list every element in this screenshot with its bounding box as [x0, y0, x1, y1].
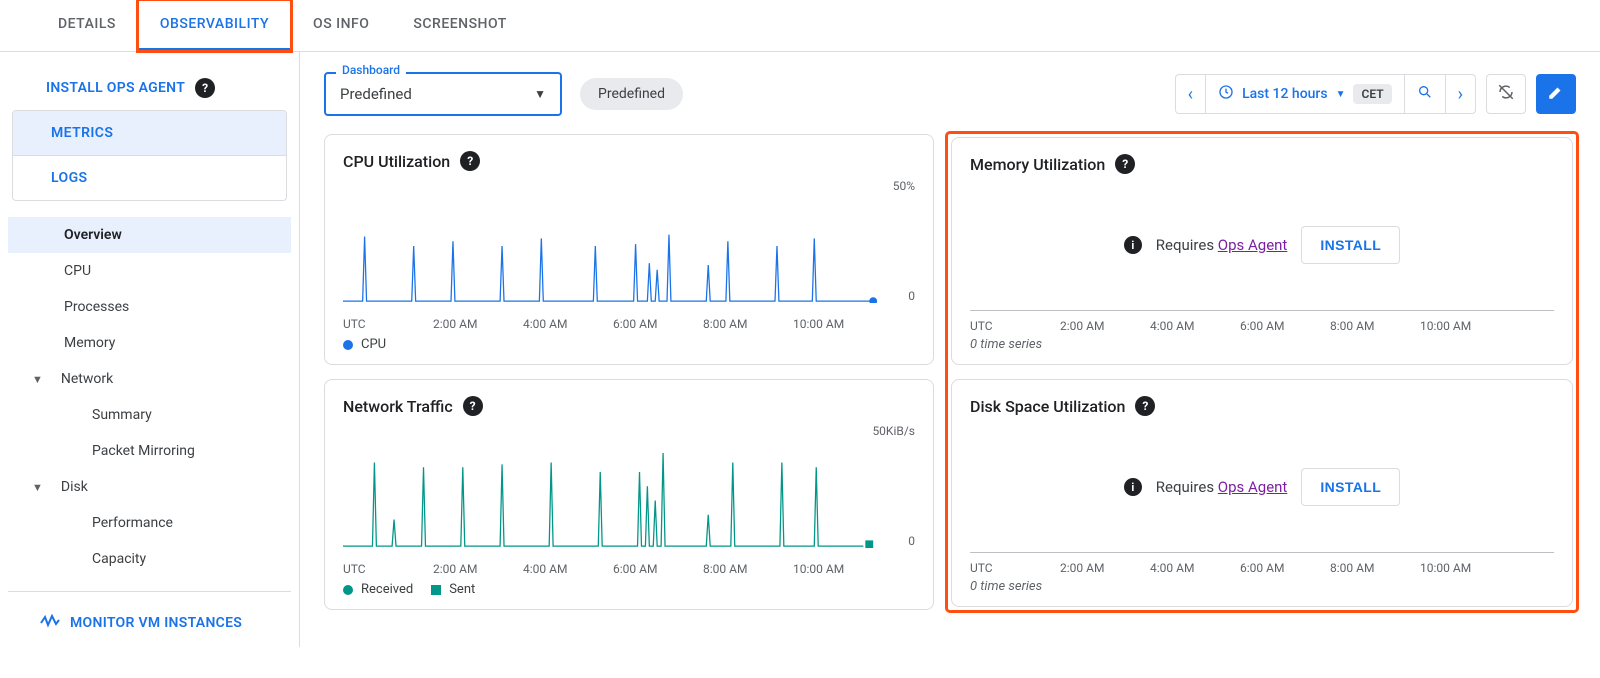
nav-cpu[interactable]: CPU: [8, 253, 291, 289]
search-time-button[interactable]: [1404, 75, 1445, 113]
help-icon[interactable]: ?: [463, 396, 483, 416]
ops-agent-link[interactable]: Ops Agent: [1218, 236, 1288, 254]
info-icon: i: [1124, 236, 1142, 254]
panel-title: Network Traffic: [343, 397, 453, 416]
x-axis-ticks: UTC2:00 AM4:00 AM6:00 AM8:00 AM10:00 AM: [970, 561, 1554, 575]
y-max: 50%: [893, 179, 915, 193]
network-chart[interactable]: 50KiB/s 0: [343, 422, 915, 562]
edit-dashboard-button[interactable]: [1536, 74, 1576, 114]
ops-agent-required: i Requires Ops Agent INSTALL: [970, 422, 1554, 552]
subtab-logs[interactable]: LOGS: [13, 156, 286, 200]
panel-title: Disk Space Utilization: [970, 397, 1125, 416]
help-icon[interactable]: ?: [195, 78, 215, 98]
main: Dashboard Predefined ▼ Predefined ‹ Last…: [300, 52, 1600, 647]
prev-range-button[interactable]: ‹: [1176, 75, 1205, 113]
time-range-label: Last 12 hours: [1242, 86, 1328, 102]
dashboard-value: Predefined: [340, 85, 534, 103]
nav-network-summary[interactable]: Summary: [8, 397, 291, 433]
refresh-off-icon: [1497, 83, 1515, 105]
top-tabs: DETAILS OBSERVABILITY OS INFO SCREENSHOT: [0, 0, 1600, 52]
predefined-chip[interactable]: Predefined: [580, 78, 683, 110]
install-button[interactable]: INSTALL: [1301, 226, 1400, 264]
install-ops-agent-button[interactable]: INSTALL OPS AGENT ?: [8, 72, 291, 110]
tab-screenshot[interactable]: SCREENSHOT: [391, 0, 528, 51]
nav-disk-capacity[interactable]: Capacity: [8, 541, 291, 577]
tab-details[interactable]: DETAILS: [36, 0, 138, 51]
time-series-count: 0 time series: [970, 579, 1554, 594]
panel-title: CPU Utilization: [343, 152, 450, 171]
help-icon[interactable]: ?: [1115, 154, 1135, 174]
cpu-utilization-panel: CPU Utilization ? 50% 0 UTC2:00 AM4:00 A…: [324, 134, 934, 365]
chevron-left-icon: ‹: [1188, 84, 1193, 105]
ops-agent-required: i Requires Ops Agent INSTALL: [970, 180, 1554, 310]
x-axis-ticks: UTC2:00 AM4:00 AM6:00 AM8:00 AM10:00 AM: [970, 319, 1554, 333]
time-controls: ‹ Last 12 hours ▼ CET ›: [1175, 74, 1576, 114]
disk-space-panel: Disk Space Utilization ? i Requires Ops …: [951, 379, 1573, 607]
memory-utilization-panel: Memory Utilization ? i Requires Ops Agen…: [951, 137, 1573, 365]
info-icon: i: [1124, 478, 1142, 496]
timezone-chip: CET: [1353, 84, 1391, 104]
nav-disk-label: Disk: [61, 479, 88, 495]
dashboard-select[interactable]: Dashboard Predefined ▼: [324, 72, 562, 116]
y-min: 0: [908, 289, 915, 303]
cpu-chart[interactable]: 50% 0: [343, 177, 915, 317]
chevron-right-icon: ›: [1458, 84, 1463, 105]
help-icon[interactable]: ?: [1135, 396, 1155, 416]
caret-down-icon: ▼: [32, 481, 43, 494]
y-min: 0: [908, 534, 915, 548]
nav-disk-group[interactable]: ▼ Disk: [8, 469, 291, 505]
nav-network-packet-mirroring[interactable]: Packet Mirroring: [8, 433, 291, 469]
tab-observability[interactable]: OBSERVABILITY: [138, 0, 291, 51]
network-traffic-panel: Network Traffic ? 50KiB/s 0 UTC2:00 AM4:…: [324, 379, 934, 610]
subtab-metrics[interactable]: METRICS: [13, 111, 286, 156]
sidebar: INSTALL OPS AGENT ? METRICS LOGS Overvie…: [0, 52, 300, 647]
clock-icon: [1218, 84, 1234, 104]
pencil-icon: [1547, 83, 1565, 105]
time-range-button[interactable]: Last 12 hours ▼ CET: [1205, 75, 1404, 113]
nav-network-group[interactable]: ▼ Network: [8, 361, 291, 397]
search-icon: [1417, 84, 1433, 104]
nav-network-label: Network: [61, 371, 113, 387]
install-button[interactable]: INSTALL: [1301, 468, 1400, 506]
nav-disk-performance[interactable]: Performance: [8, 505, 291, 541]
monitor-link-label: MONITOR VM INSTANCES: [70, 615, 242, 631]
next-range-button[interactable]: ›: [1445, 75, 1475, 113]
caret-down-icon: ▼: [32, 373, 43, 386]
x-axis-ticks: UTC2:00 AM4:00 AM6:00 AM8:00 AM10:00 AM: [343, 317, 915, 331]
ops-agent-link[interactable]: Ops Agent: [1218, 478, 1288, 496]
time-range-segmented: ‹ Last 12 hours ▼ CET ›: [1175, 74, 1476, 114]
time-series-count: 0 time series: [970, 337, 1554, 352]
legend: Received Sent: [343, 582, 915, 597]
caret-down-icon: ▼: [1336, 89, 1346, 100]
panel-title: Memory Utilization: [970, 155, 1105, 174]
toolbar: Dashboard Predefined ▼ Predefined ‹ Last…: [324, 72, 1576, 116]
caret-down-icon: ▼: [534, 87, 546, 101]
nav-processes[interactable]: Processes: [8, 289, 291, 325]
x-axis-ticks: UTC2:00 AM4:00 AM6:00 AM8:00 AM10:00 AM: [343, 562, 915, 576]
install-ops-agent-label: INSTALL OPS AGENT: [46, 80, 185, 96]
legend: CPU: [343, 337, 915, 352]
nav-overview[interactable]: Overview: [8, 217, 291, 253]
auto-refresh-off-button[interactable]: [1486, 74, 1526, 114]
help-icon[interactable]: ?: [460, 151, 480, 171]
tab-os-info[interactable]: OS INFO: [291, 0, 391, 51]
monitor-icon: [40, 612, 60, 633]
nav-memory[interactable]: Memory: [8, 325, 291, 361]
dashboard-field-label: Dashboard: [336, 63, 406, 77]
monitor-vm-instances-link[interactable]: MONITOR VM INSTANCES: [8, 606, 291, 639]
